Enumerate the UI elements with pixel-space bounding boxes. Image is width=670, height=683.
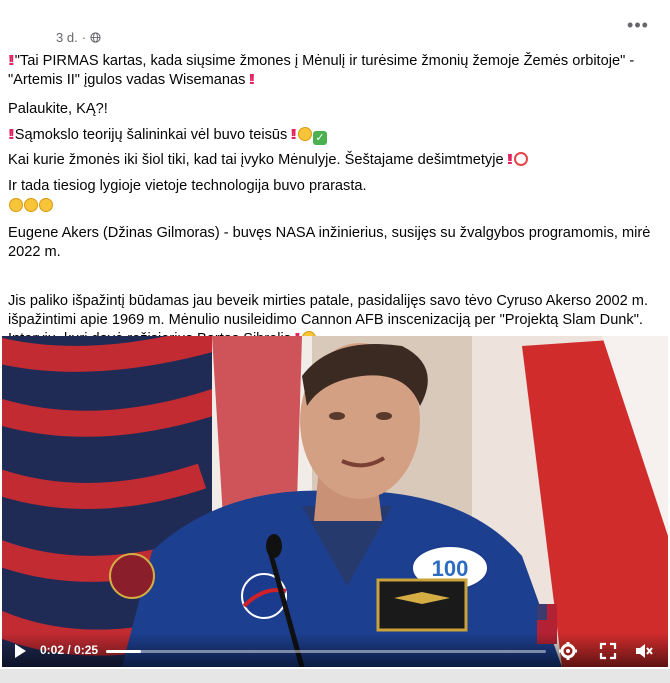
double-exclamation-icon: !! <box>8 127 15 143</box>
post-paragraph: !! Sąmokslo teorijų šalininkai vėl buvo t… <box>8 126 328 145</box>
post-paragraph: Eugene Akers (Džinas Gilmoras) - buvęs N… <box>8 225 651 260</box>
post-paragraph: Ir tada tiesiog lygioje vietoje technolo… <box>8 178 367 194</box>
post-paragraph: !! "Tai PIRMAS kartas, kada siųsime žmone… <box>8 53 635 88</box>
volume-icon[interactable] <box>634 641 654 661</box>
progress-fill <box>106 650 142 653</box>
post-meta: 3 d. · <box>56 30 101 45</box>
play-icon[interactable] <box>12 643 28 659</box>
double-exclamation-icon: !! <box>8 53 15 69</box>
video-player[interactable]: 100 0:02 / 0:25 <box>2 336 668 667</box>
post-header: 3 d. · ••• <box>0 0 670 52</box>
laughing-face-icon <box>39 198 53 212</box>
patch-100-text: 100 <box>432 556 469 581</box>
video-frame: 100 <box>2 336 668 667</box>
laughing-face-icon <box>9 198 23 212</box>
more-options-button[interactable]: ••• <box>624 14 652 36</box>
post-timestamp[interactable]: 3 d. <box>56 30 78 45</box>
fullscreen-icon[interactable] <box>598 641 618 661</box>
video-time: 0:02 / 0:25 <box>40 643 99 657</box>
thinking-face-icon <box>298 127 313 141</box>
facebook-post: 3 d. · ••• !! "Tai PIRMAS kartas, kada si… <box>0 0 670 683</box>
post-paragraph: Palaukite, KĄ?! <box>8 101 108 117</box>
next-post-strip <box>0 669 670 683</box>
globe-icon <box>90 32 101 43</box>
progress-bar[interactable] <box>106 650 546 653</box>
more-horizontal-icon: ••• <box>627 14 649 35</box>
clown-face-icon <box>514 152 529 166</box>
post-paragraph: Kai kurie žmonės iki šiol tiki, kad tai … <box>8 151 529 170</box>
double-exclamation-icon: !! <box>290 127 297 143</box>
video-controls: 0:02 / 0:25 <box>2 633 668 667</box>
double-exclamation-icon: !! <box>506 152 514 168</box>
check-mark-icon: ✓ <box>313 131 328 145</box>
laughing-face-icon <box>24 198 38 212</box>
settings-icon[interactable] <box>558 641 578 661</box>
double-exclamation-icon: !! <box>248 72 255 88</box>
laughing-emojis <box>8 197 53 216</box>
